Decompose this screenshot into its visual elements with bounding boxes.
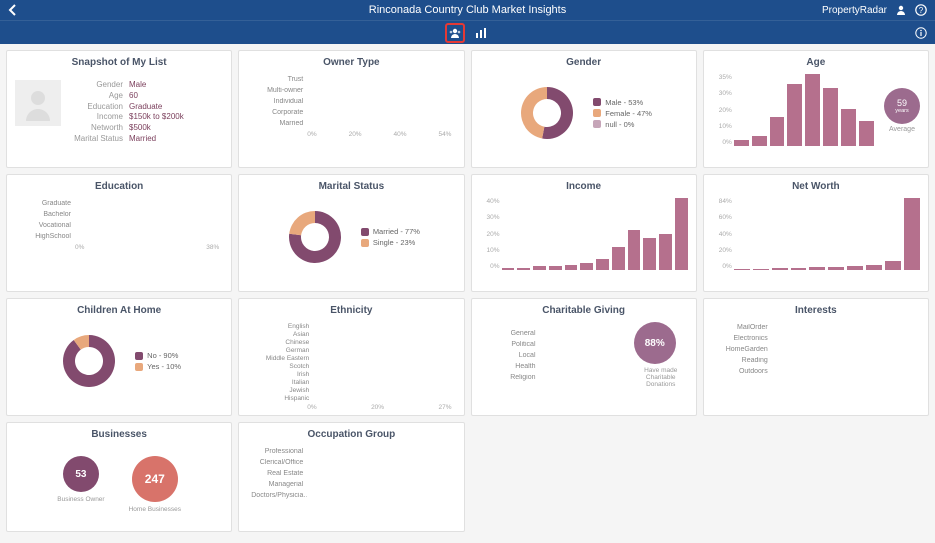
education-chart: GraduateBachelorVocationalHighSchool0%38… (15, 198, 223, 251)
card-title: Gender (480, 57, 688, 68)
help-icon[interactable]: ? (915, 4, 927, 16)
card-title: Children At Home (15, 305, 223, 316)
card-businesses: Businesses 53Business Owner247Home Busin… (6, 422, 232, 532)
marital-chart: Married - 77%Single - 23% (247, 198, 455, 276)
app-header: Rinconada Country Club Market Insights P… (0, 0, 935, 20)
card-charitable: Charitable Giving GeneralPoliticalLocalH… (471, 298, 697, 416)
card-interests: Interests MailOrderElectronicsHomeGarden… (703, 298, 929, 416)
networth-chart: 84%60%40%20%0% (712, 198, 920, 270)
people-icon[interactable] (445, 23, 465, 43)
card-title: Education (15, 181, 223, 192)
charitable-pct-badge: 88% (634, 322, 676, 364)
card-title: Businesses (15, 429, 223, 440)
card-title: Interests (712, 305, 920, 316)
card-title: Marital Status (247, 181, 455, 192)
card-title: Charitable Giving (480, 305, 688, 316)
card-title: Ethnicity (247, 305, 455, 316)
card-children: Children At Home No - 90%Yes - 10% (6, 298, 232, 416)
dashboard-grid: Snapshot of My List GenderMaleAge60Educa… (0, 44, 935, 538)
card-gender: Gender Male - 53%Female - 47%null - 0% (471, 50, 697, 168)
card-snapshot: Snapshot of My List GenderMaleAge60Educa… (6, 50, 232, 168)
ethnicity-chart: EnglishAsianChineseGermanMiddle EasternS… (247, 322, 455, 411)
svg-text:?: ? (919, 6, 924, 15)
card-title: Income (480, 181, 688, 192)
brand-label: PropertyRadar (822, 5, 887, 16)
card-marital: Marital Status Married - 77%Single - 23% (238, 174, 464, 292)
card-title: Snapshot of My List (15, 57, 223, 68)
page-title: Rinconada Country Club Market Insights (8, 4, 927, 16)
owner-type-chart: TrustMulti-ownerIndividualCorporateMarri… (247, 74, 455, 138)
user-icon[interactable] (895, 4, 907, 16)
back-button[interactable] (8, 4, 18, 16)
age-average-badge: 59 years (884, 88, 920, 124)
card-income: Income 40%30%20%10%0% (471, 174, 697, 292)
card-owner-type: Owner Type TrustMulti-ownerIndividualCor… (238, 50, 464, 168)
gender-chart: Male - 53%Female - 47%null - 0% (480, 74, 688, 152)
info-icon[interactable] (915, 27, 927, 39)
charitable-chart: GeneralPoliticalLocalHealthReligion (480, 328, 624, 383)
income-chart: 40%30%20%10%0% (480, 198, 688, 270)
card-occupation: Occupation Group ProfessionalClerical/Of… (238, 422, 464, 532)
card-title: Owner Type (247, 57, 455, 68)
card-ethnicity: Ethnicity EnglishAsianChineseGermanMiddl… (238, 298, 464, 416)
card-education: Education GraduateBachelorVocationalHigh… (6, 174, 232, 292)
chart-icon[interactable] (471, 23, 491, 43)
occupation-chart: ProfessionalClerical/OfficeReal EstateMa… (247, 446, 455, 501)
snapshot-table: GenderMaleAge60EducationGraduateIncome$1… (69, 80, 184, 145)
children-chart: No - 90%Yes - 10% (15, 322, 223, 400)
age-chart: 35%30%20%10%0% (712, 74, 874, 146)
card-title: Age (712, 57, 920, 68)
interests-chart: MailOrderElectronicsHomeGardenReadingOut… (712, 322, 920, 377)
avatar-placeholder (15, 80, 61, 126)
card-title: Occupation Group (247, 429, 455, 440)
businesses-chart: 53Business Owner247Home Businesses (15, 446, 223, 513)
card-age: Age 35%30%20%10%0% 59 years Average (703, 50, 929, 168)
card-networth: Net Worth 84%60%40%20%0% (703, 174, 929, 292)
card-title: Net Worth (712, 181, 920, 192)
toolbar (0, 20, 935, 44)
